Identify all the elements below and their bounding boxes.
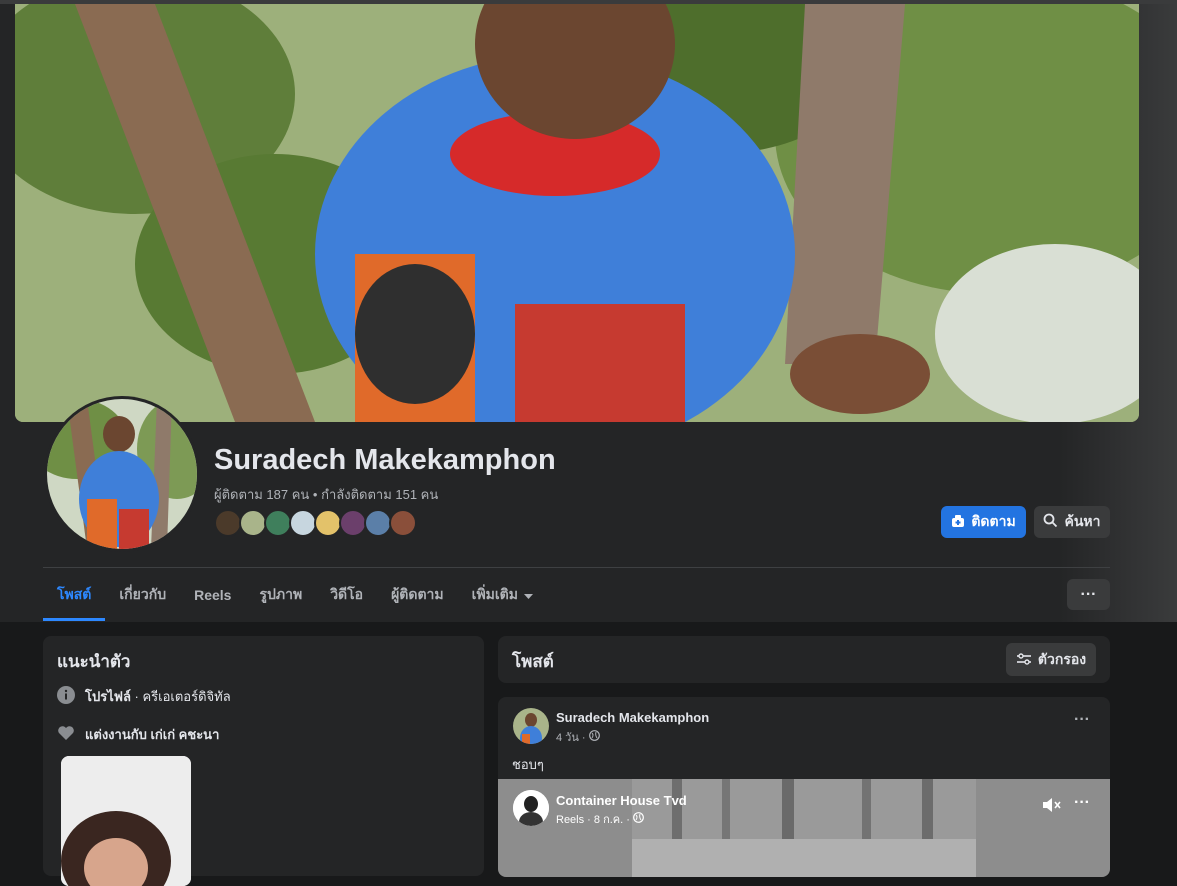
filter-label: ตัวกรอง — [1037, 650, 1087, 667]
reel-meta: Reels · 8 ก.ค. · — [556, 810, 644, 828]
globe-icon — [588, 730, 600, 744]
heart-icon — [57, 725, 75, 744]
tab-photos[interactable]: รูปภาพ — [245, 572, 316, 621]
cover-photo[interactable] — [15, 4, 1139, 422]
featured-photo[interactable] — [61, 756, 191, 886]
intro-sublabel: · ครีเอเตอร์ดิจิทัล — [130, 689, 231, 704]
friend-avatar[interactable] — [364, 509, 392, 537]
reel-author-avatar[interactable] — [513, 790, 549, 826]
posts-header-card: โพสต์ ตัวกรอง — [498, 636, 1110, 683]
tab-reels[interactable]: Reels — [180, 572, 245, 621]
filter-button[interactable]: ตัวกรอง — [1006, 643, 1096, 676]
post-meta: 4 วัน · — [556, 728, 600, 746]
post-author-name[interactable]: Suradech Makekamphon — [556, 710, 709, 725]
caret-down-icon — [524, 587, 534, 603]
tab-followers[interactable]: ผู้ติดตาม — [377, 572, 458, 621]
post-menu-button[interactable]: ··· — [1074, 711, 1090, 729]
post-card: Suradech Makekamphon 4 วัน · ··· ชอบๆ Co… — [498, 697, 1110, 877]
search-button[interactable]: ค้นหา — [1034, 506, 1110, 538]
tab-videos[interactable]: วิดีโอ — [316, 572, 377, 621]
info-icon — [57, 686, 75, 707]
tab-label: ผู้ติดตาม — [391, 586, 444, 602]
profile-tabs: โพสต์ เกี่ยวกับ Reels รูปภาพ วิดีโอ ผู้ต… — [43, 572, 547, 622]
tab-label: เกี่ยวกับ — [119, 586, 167, 602]
tab-label: รูปภาพ — [259, 586, 303, 602]
reel-date[interactable]: Reels · 8 ก.ค. · — [556, 810, 630, 828]
tab-label: โพสต์ — [57, 586, 92, 602]
follower-avatars[interactable] — [214, 509, 424, 539]
tab-label: Reels — [194, 587, 232, 603]
filter-icon — [1016, 652, 1032, 668]
profile-more-button[interactable]: ··· — [1067, 579, 1110, 610]
reel-menu-button[interactable]: ··· — [1074, 794, 1090, 812]
post-author-avatar[interactable] — [513, 708, 549, 744]
tab-posts[interactable]: โพสต์ — [43, 572, 106, 621]
friend-avatar[interactable] — [264, 509, 292, 537]
reel-author-name[interactable]: Container House Tvd — [556, 793, 687, 808]
globe-icon — [633, 812, 644, 826]
mute-icon[interactable] — [1042, 797, 1062, 818]
friend-avatar[interactable] — [389, 509, 417, 537]
intro-card: แนะนำตัว โปรไฟล์ · ครีเอเตอร์ดิจิทัล แต่… — [43, 636, 484, 886]
post-time[interactable]: 4 วัน · — [556, 728, 586, 746]
tab-label: เพิ่มเติม — [471, 586, 519, 602]
posts-title: โพสต์ — [512, 652, 554, 671]
intro-label: โปรไฟล์ — [85, 689, 131, 704]
friend-avatar[interactable] — [239, 509, 267, 537]
friend-avatar[interactable] — [214, 509, 242, 537]
follow-label: ติดตาม — [971, 513, 1016, 529]
tab-more[interactable]: เพิ่มเติม — [458, 572, 547, 621]
header-divider — [43, 567, 1110, 568]
profile-avatar[interactable] — [44, 396, 200, 552]
search-icon — [1043, 513, 1058, 531]
profile-name: Suradech Makekamphon — [214, 444, 556, 476]
intro-row-relationship: แต่งงานกับ เก่เก่ คชะนา — [57, 724, 219, 745]
intro-title: แนะนำตัว — [57, 652, 131, 671]
profile-stats[interactable]: ผู้ติดตาม 187 คน • กำลังติดตาม 151 คน — [214, 484, 438, 505]
friend-avatar[interactable] — [339, 509, 367, 537]
intro-label[interactable]: แต่งงานกับ เก่เก่ คชะนา — [85, 724, 219, 745]
shared-reel[interactable]: Container House Tvd Reels · 8 ก.ค. · ··· — [498, 779, 1110, 877]
follow-icon — [951, 514, 965, 531]
tab-label: วิดีโอ — [330, 586, 364, 602]
friend-avatar[interactable] — [289, 509, 317, 537]
follow-button[interactable]: ติดตาม — [941, 506, 1026, 538]
friend-avatar[interactable] — [314, 509, 342, 537]
post-text: ชอบๆ — [512, 757, 544, 772]
tab-about[interactable]: เกี่ยวกับ — [105, 572, 180, 621]
intro-row-profile: โปรไฟล์ · ครีเอเตอร์ดิจิทัล — [57, 686, 231, 707]
search-label: ค้นหา — [1064, 513, 1101, 529]
